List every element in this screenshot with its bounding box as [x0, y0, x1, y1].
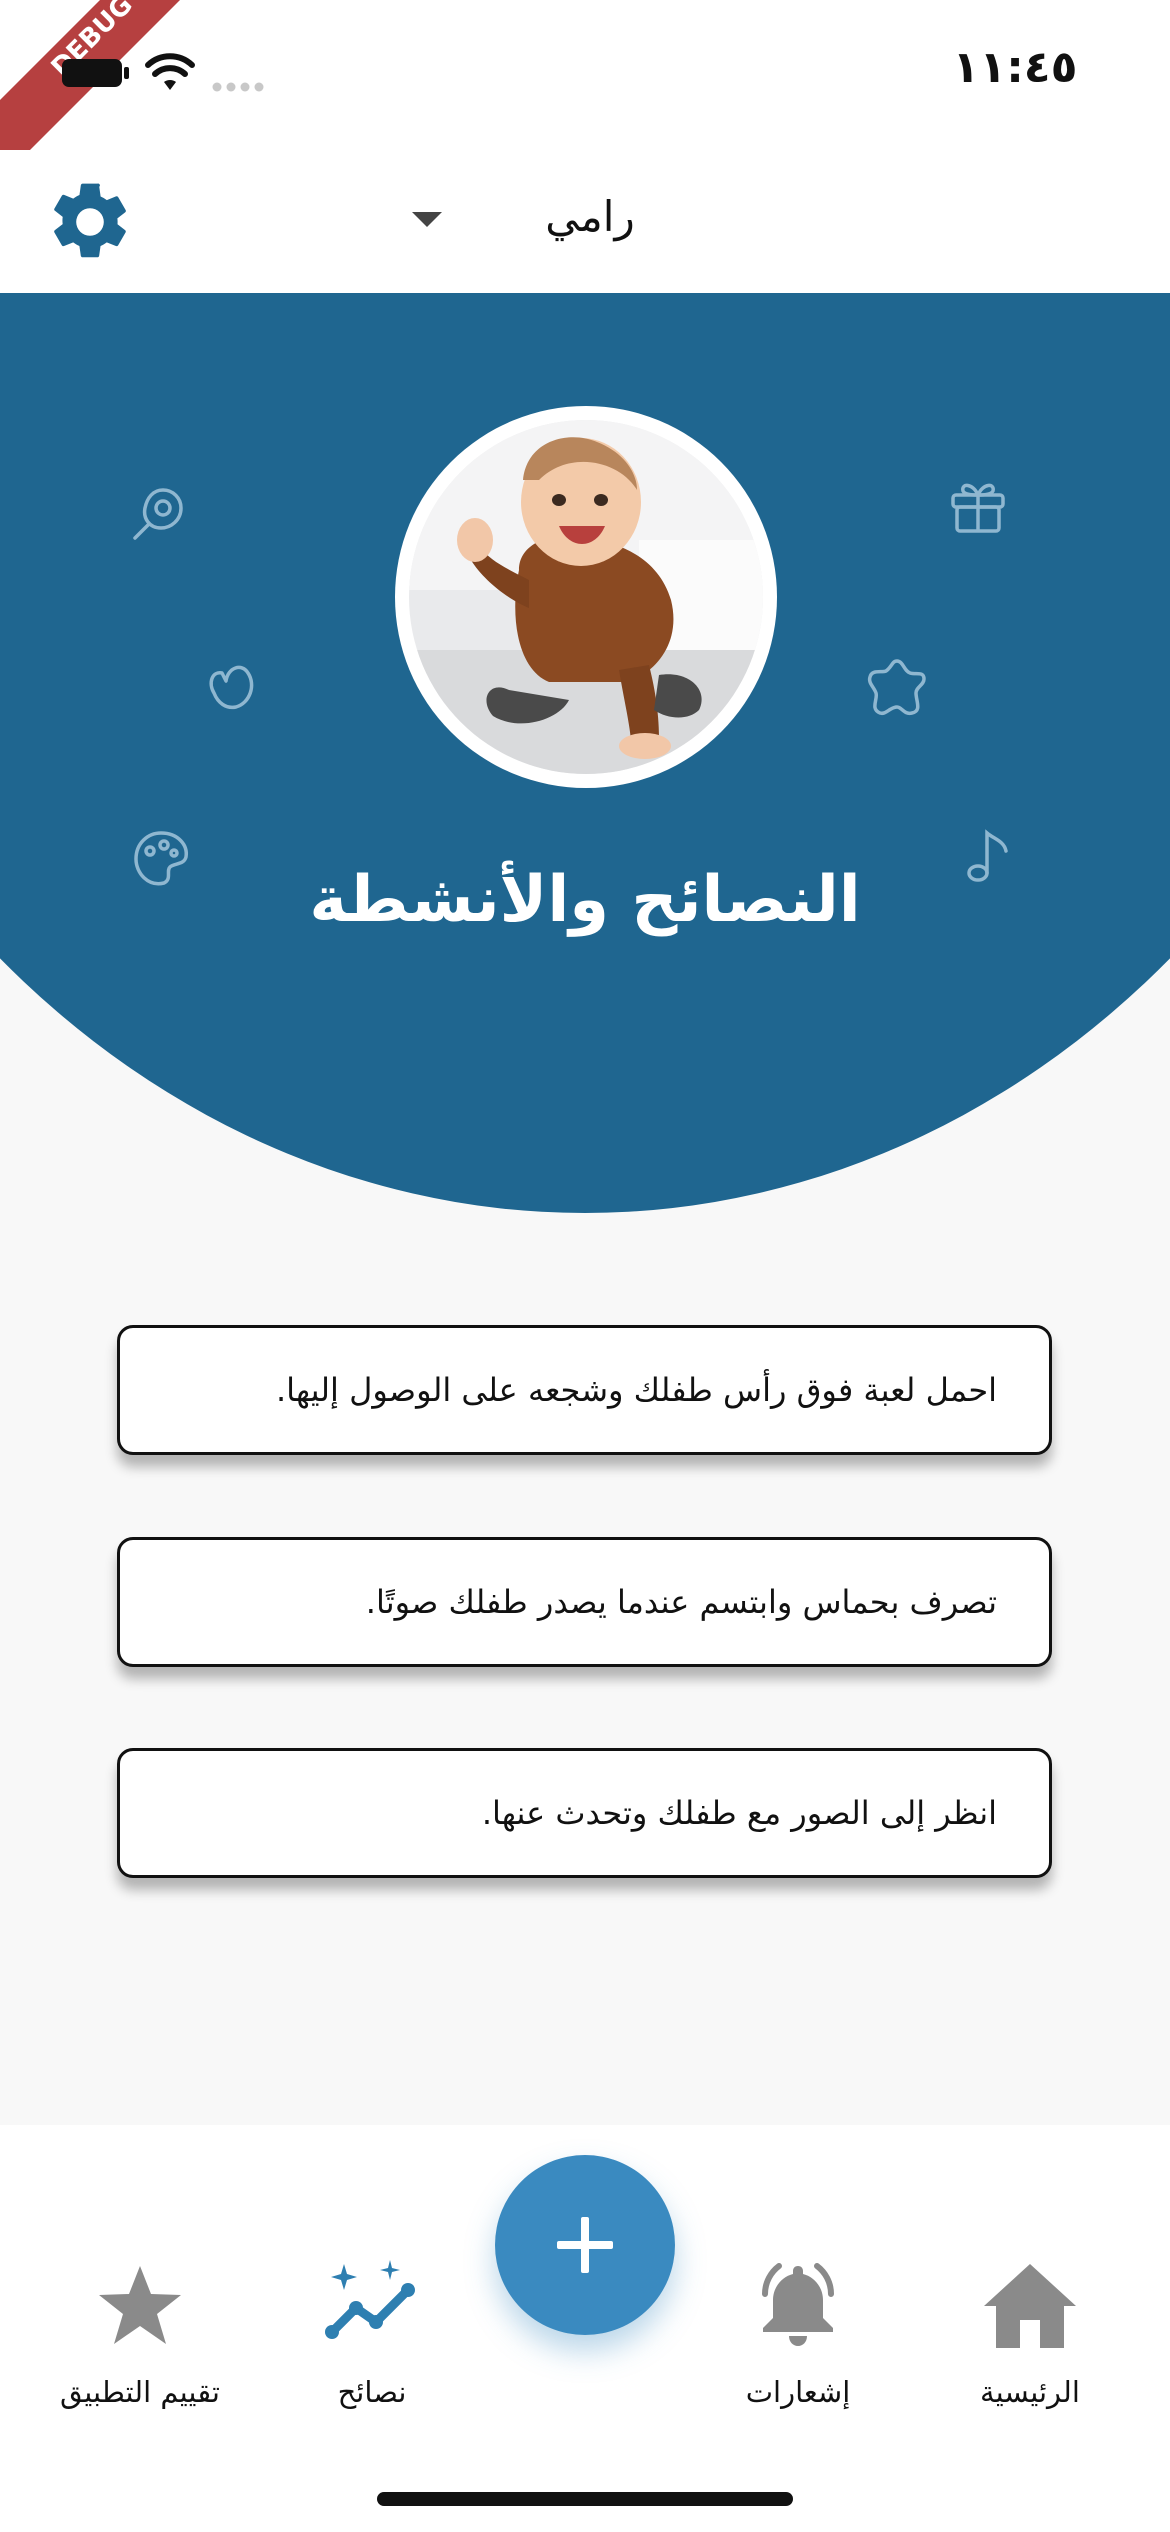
hero-section: النصائح والأنشطة	[0, 293, 1170, 1215]
nav-item-notifications[interactable]: إشعارات	[698, 2260, 898, 2430]
wifi-icon	[145, 53, 195, 90]
nav-label-tips: نصائح	[337, 2375, 407, 2409]
tip-text: احمل لعبة فوق رأس طفلك وشجعه على الوصول …	[275, 1371, 997, 1409]
app-bar: رامي	[0, 150, 1170, 293]
tip-card[interactable]: تصرف بحماس وابتسم عندما يصدر طفلك صوتًا.	[117, 1537, 1052, 1667]
signal-icon	[212, 82, 264, 92]
nav-item-home[interactable]: الرئيسية	[930, 2260, 1130, 2430]
plus-icon	[557, 2217, 613, 2273]
tip-card[interactable]: احمل لعبة فوق رأس طفلك وشجعه على الوصول …	[117, 1325, 1052, 1455]
avatar	[395, 406, 777, 788]
add-button[interactable]	[495, 2155, 675, 2335]
nav-label-notifications: إشعارات	[745, 2375, 851, 2409]
flower-icon	[133, 488, 183, 540]
home-icon	[984, 2264, 1076, 2348]
tip-text: انظر إلى الصور مع طفلك وتحدث عنها.	[481, 1794, 997, 1832]
nav-item-tips[interactable]: نصائح	[272, 2260, 472, 2430]
tip-text: تصرف بحماس وابتسم عندما يصدر طفلك صوتًا.	[365, 1583, 997, 1621]
sparkle-chart-icon	[325, 2260, 415, 2339]
nav-label-home: الرئيسية	[980, 2375, 1080, 2409]
tip-card[interactable]: انظر إلى الصور مع طفلك وتحدث عنها.	[117, 1748, 1052, 1878]
home-indicator	[377, 2492, 793, 2506]
gear-icon[interactable]	[44, 176, 136, 268]
child-selector[interactable]: رامي	[405, 180, 735, 260]
bottom-navigation: الرئيسية إشعارات نصائح تقييم التطبيق	[0, 2125, 1170, 2532]
bell-icon	[762, 2263, 834, 2346]
battery-icon	[62, 59, 129, 87]
mitten-icon	[209, 665, 254, 710]
baby-photo	[409, 420, 763, 774]
child-name: رامي	[545, 192, 635, 241]
nav-label-rate-app: تقييم التطبيق	[60, 2375, 220, 2409]
star-icon	[99, 2266, 181, 2344]
gift-icon	[951, 483, 1005, 533]
page-title: النصائح والأنشطة	[309, 863, 861, 937]
cookie-star-icon	[867, 659, 926, 716]
clock: ١١:٤٥	[952, 42, 1078, 93]
status-bar: DEBUG ١١:٤٥	[0, 0, 1170, 180]
nav-item-rate-app[interactable]: تقييم التطبيق	[40, 2260, 240, 2430]
chevron-down-icon	[412, 212, 442, 227]
